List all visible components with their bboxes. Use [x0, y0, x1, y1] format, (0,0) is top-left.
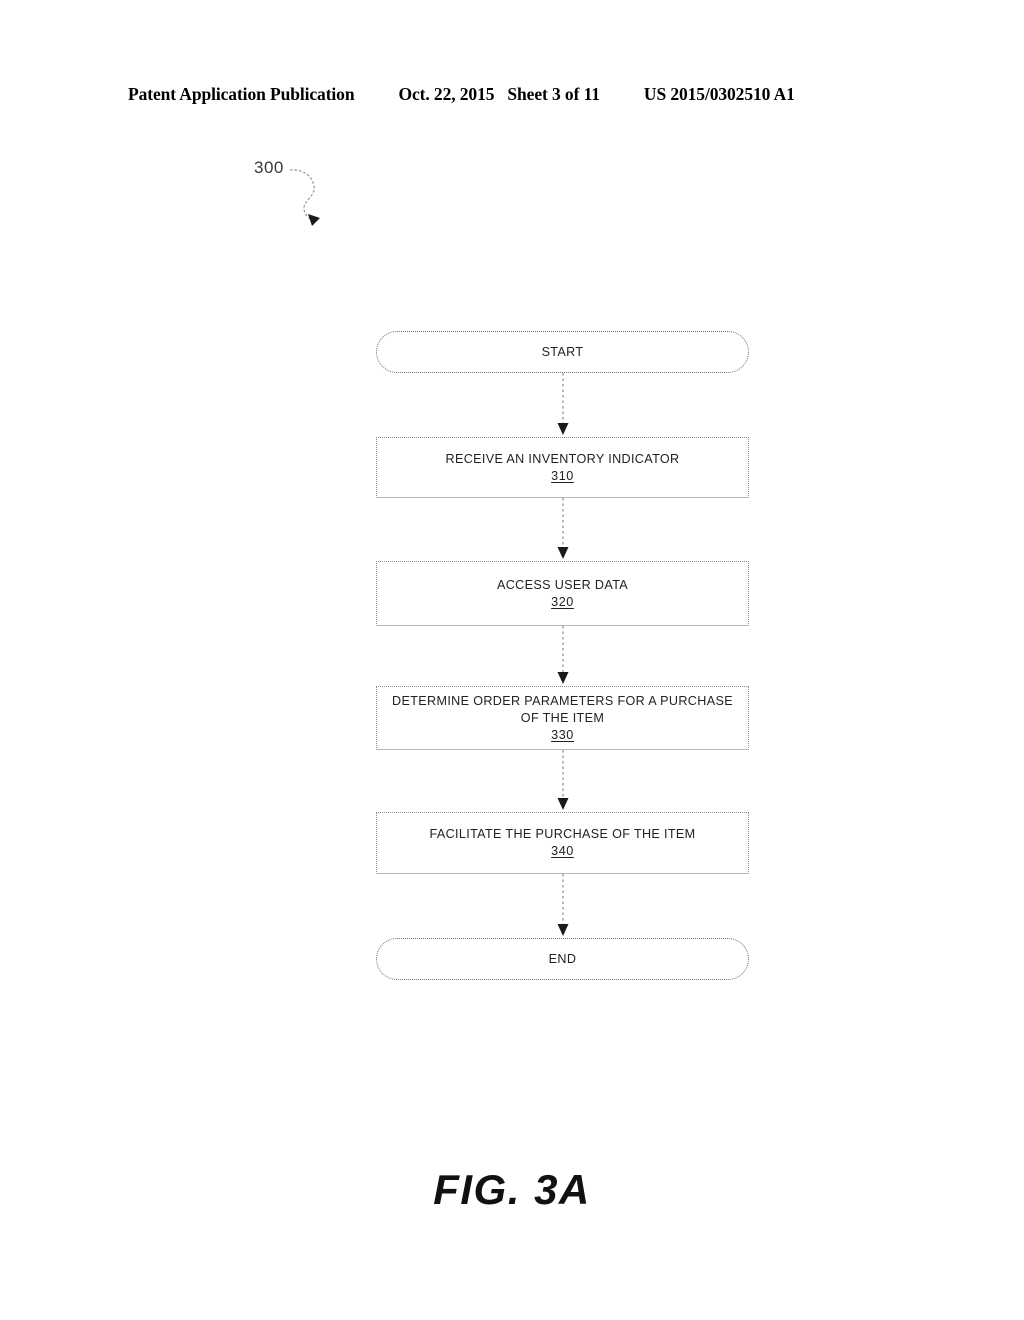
flowchart-node-step340-line1: FACILITATE THE PURCHASE OF THE ITEM	[429, 827, 696, 841]
flowchart-connector-start-to-310	[376, 373, 749, 437]
flowchart-connector-340-to-end	[376, 874, 749, 938]
flowchart-connector-320-to-330	[376, 626, 749, 686]
flowchart-node-end: END	[376, 938, 749, 980]
flowchart-node-step340-ref: 340	[551, 844, 574, 858]
flowchart-connector-310-to-320	[376, 498, 749, 561]
header-patent-number: US 2015/0302510 A1	[643, 84, 795, 104]
flowchart-node-step330-line2: OF THE ITEM	[520, 710, 605, 725]
flowchart-node-step330: DETERMINE ORDER PARAMETERS FOR A PURCHAS…	[376, 686, 749, 750]
flowchart-node-start: START	[376, 331, 749, 373]
figure-reference-callout: 300	[248, 152, 368, 238]
header-sheet-number: Sheet 3 of 11	[507, 84, 600, 104]
figure-caption: FIG. 3A	[433, 1166, 591, 1213]
figure-reference-leader-line	[289, 169, 320, 226]
flowchart-node-step310-line1: RECEIVE AN INVENTORY INDICATOR	[445, 451, 680, 466]
header-publication-date: Oct. 22, 2015	[398, 84, 495, 104]
flowchart-node-step320-ref: 320	[551, 594, 574, 609]
header-publication-title: Patent Application Publication	[128, 84, 355, 104]
flowchart-node-step330-ref: 330	[551, 727, 574, 742]
flowchart-node-step320: ACCESS USER DATA 320	[376, 561, 749, 626]
flowchart-node-step310: RECEIVE AN INVENTORY INDICATOR 310	[376, 437, 749, 498]
flowchart-node-step340: FACILITATE THE PURCHASE OF THE ITEM 340	[376, 812, 749, 874]
flowchart-300: START RECEIVE AN INVENTORY INDICATOR 310…	[376, 331, 749, 980]
flowchart-node-step320-line1: ACCESS USER DATA	[496, 577, 629, 592]
flowchart-connector-330-to-340	[376, 750, 749, 812]
flowchart-node-end-label: END	[548, 951, 577, 966]
patent-header: Patent Application Publication Oct. 22, …	[128, 84, 896, 105]
flowchart-node-step310-ref: 310	[551, 468, 574, 483]
flowchart-node-step330-line1: DETERMINE ORDER PARAMETERS FOR A PURCHAS…	[392, 693, 733, 708]
flowchart-node-start-label: START	[541, 344, 584, 359]
